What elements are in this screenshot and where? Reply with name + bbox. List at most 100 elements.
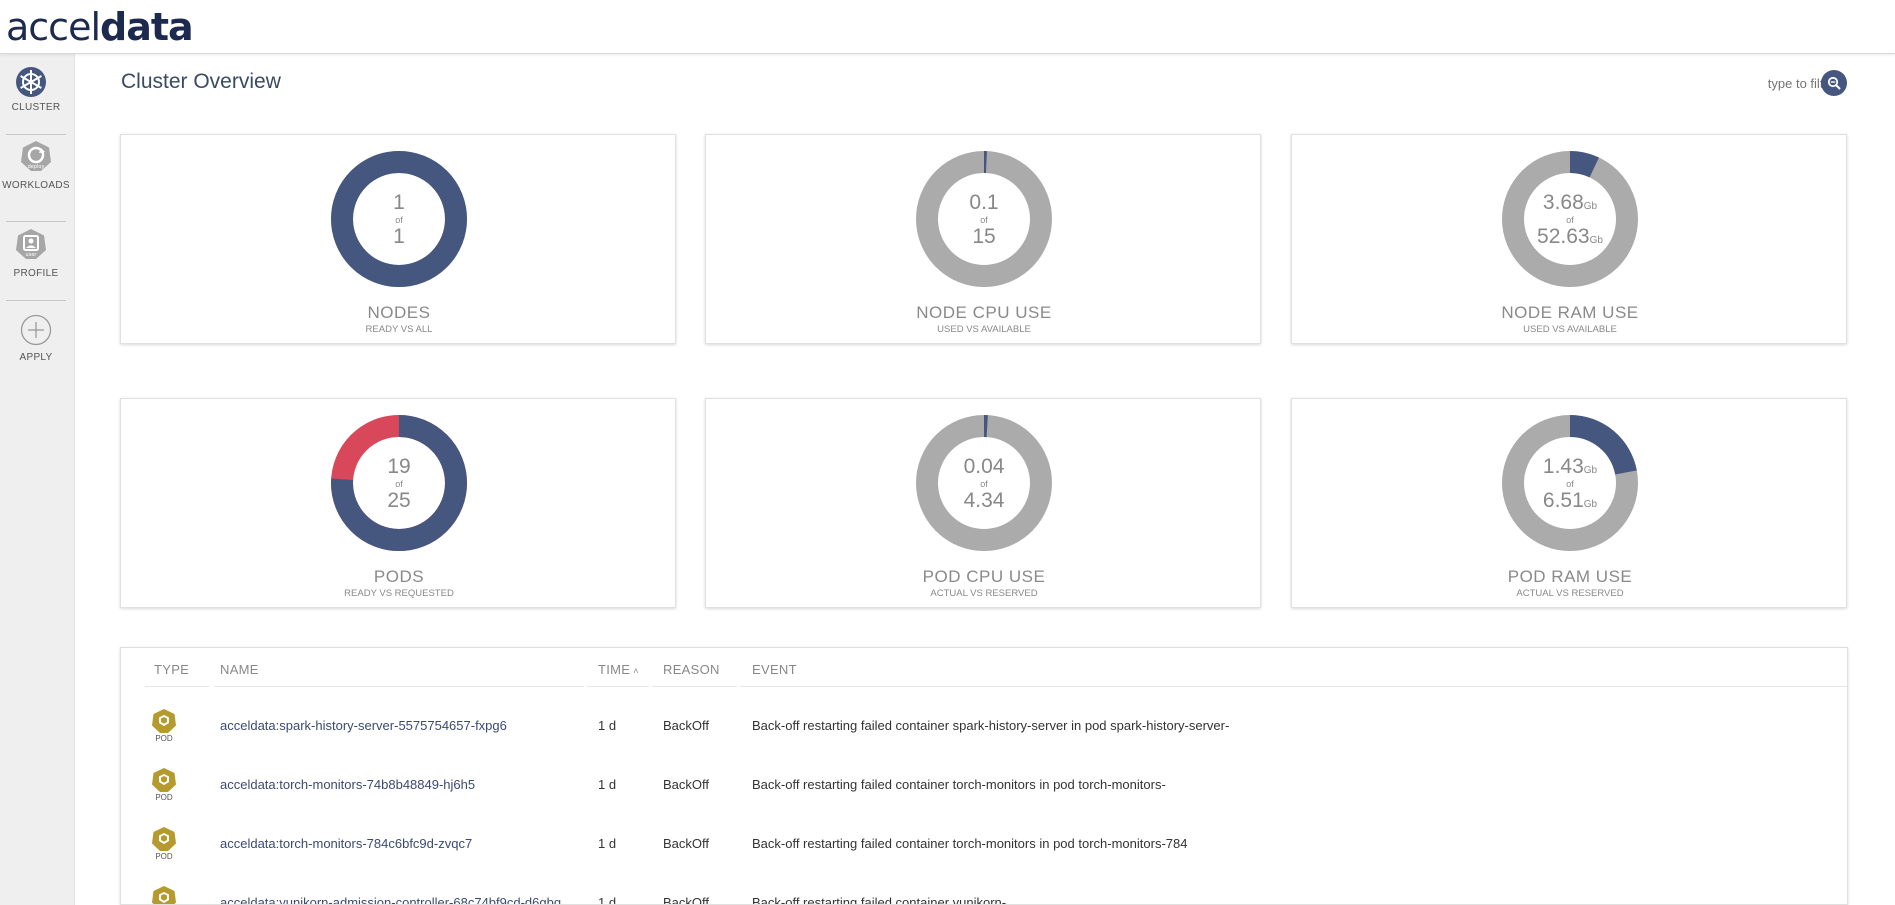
card-subtitle: READY VS REQUESTED	[344, 588, 454, 599]
sidebar: CLUSTER deploy WORKLOADS user PROFILE AP…	[0, 54, 75, 905]
sidebar-divider	[6, 134, 66, 135]
event-name-link[interactable]: acceldata:spark-history-server-557575465…	[220, 718, 507, 733]
card-value: 1.43Gb	[1542, 455, 1598, 478]
column-header-reason[interactable]: REASON	[663, 662, 720, 677]
card-value: 19	[387, 455, 411, 478]
event-reason: BackOff	[663, 836, 710, 851]
header-divider	[652, 686, 737, 687]
card-total: 6.51Gb	[1542, 489, 1598, 512]
event-time: 1 d	[598, 777, 617, 792]
card-node-ram: 3.68Gb of 52.63Gb NODE RAM USE USED VS A…	[1291, 134, 1847, 344]
pod-icon	[152, 709, 176, 733]
event-time: 1 d	[598, 718, 617, 733]
card-title: POD CPU USE	[922, 567, 1046, 586]
column-header-type[interactable]: TYPE	[154, 662, 189, 677]
sidebar-divider	[6, 221, 66, 222]
pod-badge: POD	[151, 708, 177, 748]
card-total: 52.63Gb	[1537, 225, 1603, 248]
svg-text:user: user	[26, 252, 38, 258]
card-of: of	[980, 479, 988, 489]
sidebar-item-workloads[interactable]: deploy WORKLOADS	[0, 140, 75, 210]
sidebar-divider	[6, 300, 66, 301]
pod-icon	[152, 768, 176, 792]
event-message: Back-off restarting failed container spa…	[752, 718, 1230, 733]
header-divider	[740, 686, 1847, 687]
card-subtitle: READY VS ALL	[365, 324, 433, 335]
event-name-link[interactable]: acceldata:yunikorn-admission-controller-…	[220, 895, 561, 904]
card-subtitle: ACTUAL VS RESERVED	[1516, 588, 1624, 599]
card-node-cpu: 0.1 of 15 NODE CPU USE USED VS AVAILABLE	[705, 134, 1261, 344]
sidebar-item-label: WORKLOADS	[2, 180, 70, 191]
card-value: 3.68Gb	[1542, 191, 1598, 214]
event-name-link[interactable]: acceldata:torch-monitors-74b8b48849-hj6h…	[220, 777, 475, 792]
card-subtitle: USED VS AVAILABLE	[1523, 324, 1617, 335]
table-row[interactable]: POD acceldata:torch-monitors-784c6bfc9d-…	[121, 818, 1821, 877]
sidebar-item-cluster[interactable]: CLUSTER	[0, 66, 75, 136]
event-message: Back-off restarting failed container tor…	[752, 777, 1166, 792]
card-of: of	[395, 215, 403, 225]
card-title: POD RAM USE	[1507, 567, 1633, 586]
sidebar-item-profile[interactable]: user PROFILE	[0, 228, 75, 298]
page-title: Cluster Overview	[121, 70, 281, 93]
sidebar-item-label: PROFILE	[13, 268, 59, 279]
event-time: 1 d	[598, 836, 617, 851]
header-divider	[145, 686, 209, 687]
card-title: NODE RAM USE	[1501, 303, 1639, 322]
card-title: PODS	[373, 567, 425, 586]
pod-badge: POD	[151, 885, 177, 904]
user-icon: user	[15, 228, 47, 260]
card-total: 1	[393, 225, 405, 248]
sort-ascending-icon: ˄	[633, 666, 639, 676]
card-pod-ram: 1.43Gb of 6.51Gb POD RAM USE ACTUAL VS R…	[1291, 398, 1847, 608]
card-value: 0.1	[969, 191, 999, 214]
card-total: 15	[972, 225, 996, 248]
search-button[interactable]	[1821, 70, 1847, 96]
table-row[interactable]: POD acceldata:torch-monitors-74b8b48849-…	[121, 759, 1821, 818]
column-header-event[interactable]: EVENT	[752, 662, 797, 677]
deploy-icon: deploy	[20, 140, 52, 172]
top-bar: acceldata	[0, 0, 1895, 54]
event-message: Back-off restarting failed container tor…	[752, 836, 1188, 851]
sidebar-item-label: CLUSTER	[11, 102, 61, 113]
card-subtitle: USED VS AVAILABLE	[937, 324, 1031, 335]
event-reason: BackOff	[663, 718, 710, 733]
card-of: of	[980, 215, 988, 225]
table-row[interactable]: POD acceldata:spark-history-server-55757…	[121, 700, 1821, 759]
card-title: NODE CPU USE	[916, 303, 1052, 322]
column-header-name[interactable]: NAME	[220, 662, 259, 677]
svg-text:deploy: deploy	[28, 164, 45, 170]
pod-badge: POD	[151, 826, 177, 866]
pod-icon	[152, 886, 176, 904]
sidebar-item-label: APPLY	[19, 352, 53, 363]
sidebar-item-apply[interactable]: APPLY	[0, 314, 75, 384]
card-value: 1	[393, 191, 405, 214]
pod-type-label: POD	[155, 793, 173, 802]
table-row[interactable]: POD acceldata:yunikorn-admission-control…	[121, 877, 1821, 905]
kubernetes-helm-icon	[15, 66, 47, 98]
card-total: 25	[387, 489, 411, 512]
card-total: 4.34	[963, 489, 1005, 512]
event-reason: BackOff	[663, 777, 710, 792]
event-name-link[interactable]: acceldata:torch-monitors-784c6bfc9d-zvqc…	[220, 836, 472, 851]
pod-type-label: POD	[155, 852, 173, 861]
column-header-time[interactable]: TIME ˄	[598, 662, 639, 677]
event-time: 1 d	[598, 895, 617, 905]
filter-input[interactable]	[1700, 72, 1835, 94]
acceldata-logo[interactable]: acceldata	[6, 4, 194, 50]
card-nodes: 1 of 1 NODES READY VS ALL	[120, 134, 676, 344]
card-title: NODES	[367, 303, 431, 322]
event-reason: BackOff	[663, 895, 710, 905]
events-table: TYPE NAME TIME ˄ REASON EVENT POD accelda…	[120, 647, 1848, 905]
search-icon	[1827, 76, 1841, 90]
pod-type-label: POD	[155, 734, 173, 743]
card-of: of	[1566, 215, 1574, 225]
card-subtitle: ACTUAL VS RESERVED	[930, 588, 1038, 599]
card-value: 0.04	[963, 455, 1005, 478]
plus-circle-icon	[20, 314, 52, 346]
header-divider	[214, 686, 584, 687]
pod-badge: POD	[151, 767, 177, 807]
card-pods: 19 of 25 PODS READY VS REQUESTED	[120, 398, 676, 608]
card-pod-cpu: 0.04 of 4.34 POD CPU USE ACTUAL VS RESER…	[705, 398, 1261, 608]
header-divider	[587, 686, 649, 687]
event-message: Back-off restarting failed container yun…	[752, 895, 1007, 905]
